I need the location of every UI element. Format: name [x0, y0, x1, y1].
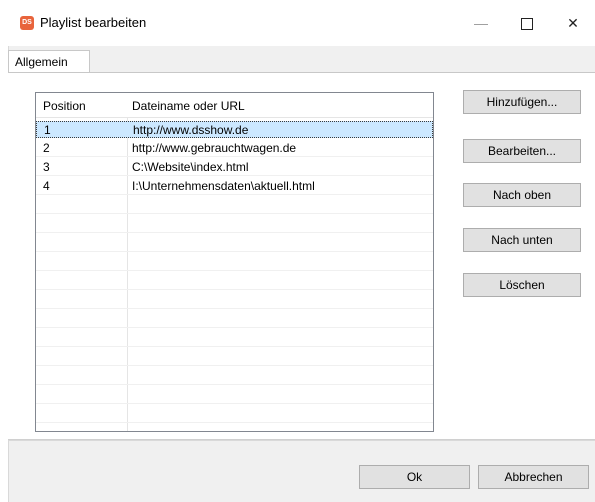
- playlist-row[interactable]: 3 C:\Website\index.html: [36, 159, 433, 176]
- empty-row: [36, 273, 433, 290]
- cancel-button[interactable]: Abbrechen: [478, 465, 589, 489]
- playlist-row[interactable]: 4 I:\Unternehmensdaten\aktuell.html: [36, 178, 433, 195]
- empty-row: [36, 368, 433, 385]
- title-bar: DS Playlist bearbeiten — ✕: [0, 0, 595, 46]
- window-title: Playlist bearbeiten: [40, 15, 147, 30]
- column-header-position[interactable]: Position: [43, 99, 86, 113]
- footer-separator: [8, 440, 595, 441]
- row-file: C:\Website\index.html: [132, 160, 249, 174]
- empty-row: [36, 387, 433, 404]
- empty-row: [36, 197, 433, 214]
- row-position: 2: [43, 141, 50, 155]
- add-button[interactable]: Hinzufügen...: [463, 90, 581, 114]
- delete-button[interactable]: Löschen: [463, 273, 581, 297]
- row-position: 1: [44, 123, 51, 137]
- move-down-button[interactable]: Nach unten: [463, 228, 581, 252]
- maximize-button[interactable]: [504, 0, 550, 46]
- playlist-row[interactable]: 1 http://www.dsshow.de: [36, 121, 433, 138]
- empty-row: [36, 349, 433, 366]
- empty-row: [36, 216, 433, 233]
- minimize-button[interactable]: —: [458, 0, 504, 46]
- edit-button[interactable]: Bearbeiten...: [463, 139, 581, 163]
- row-position: 3: [43, 160, 50, 174]
- row-file: I:\Unternehmensdaten\aktuell.html: [132, 179, 315, 193]
- list-header: Position Dateiname oder URL: [36, 93, 433, 118]
- empty-row: [36, 235, 433, 252]
- ok-button[interactable]: Ok: [359, 465, 470, 489]
- playlist-row[interactable]: 2 http://www.gebrauchtwagen.de: [36, 140, 433, 157]
- maximize-icon: [521, 18, 533, 31]
- move-up-button[interactable]: Nach oben: [463, 183, 581, 207]
- row-file: http://www.gebrauchtwagen.de: [132, 141, 297, 155]
- empty-row: [36, 254, 433, 271]
- app-logo-icon: DS: [20, 16, 34, 30]
- row-position: 4: [43, 179, 50, 193]
- column-header-file[interactable]: Dateiname oder URL: [132, 99, 245, 113]
- playlist-list[interactable]: Position Dateiname oder URL 1 http://www…: [35, 92, 434, 432]
- close-button[interactable]: ✕: [550, 0, 595, 46]
- empty-row: [36, 292, 433, 309]
- empty-row: [36, 311, 433, 328]
- row-file: http://www.dsshow.de: [133, 123, 249, 137]
- empty-row: [36, 406, 433, 423]
- tab-general[interactable]: Allgemein: [8, 50, 90, 72]
- empty-row: [36, 330, 433, 347]
